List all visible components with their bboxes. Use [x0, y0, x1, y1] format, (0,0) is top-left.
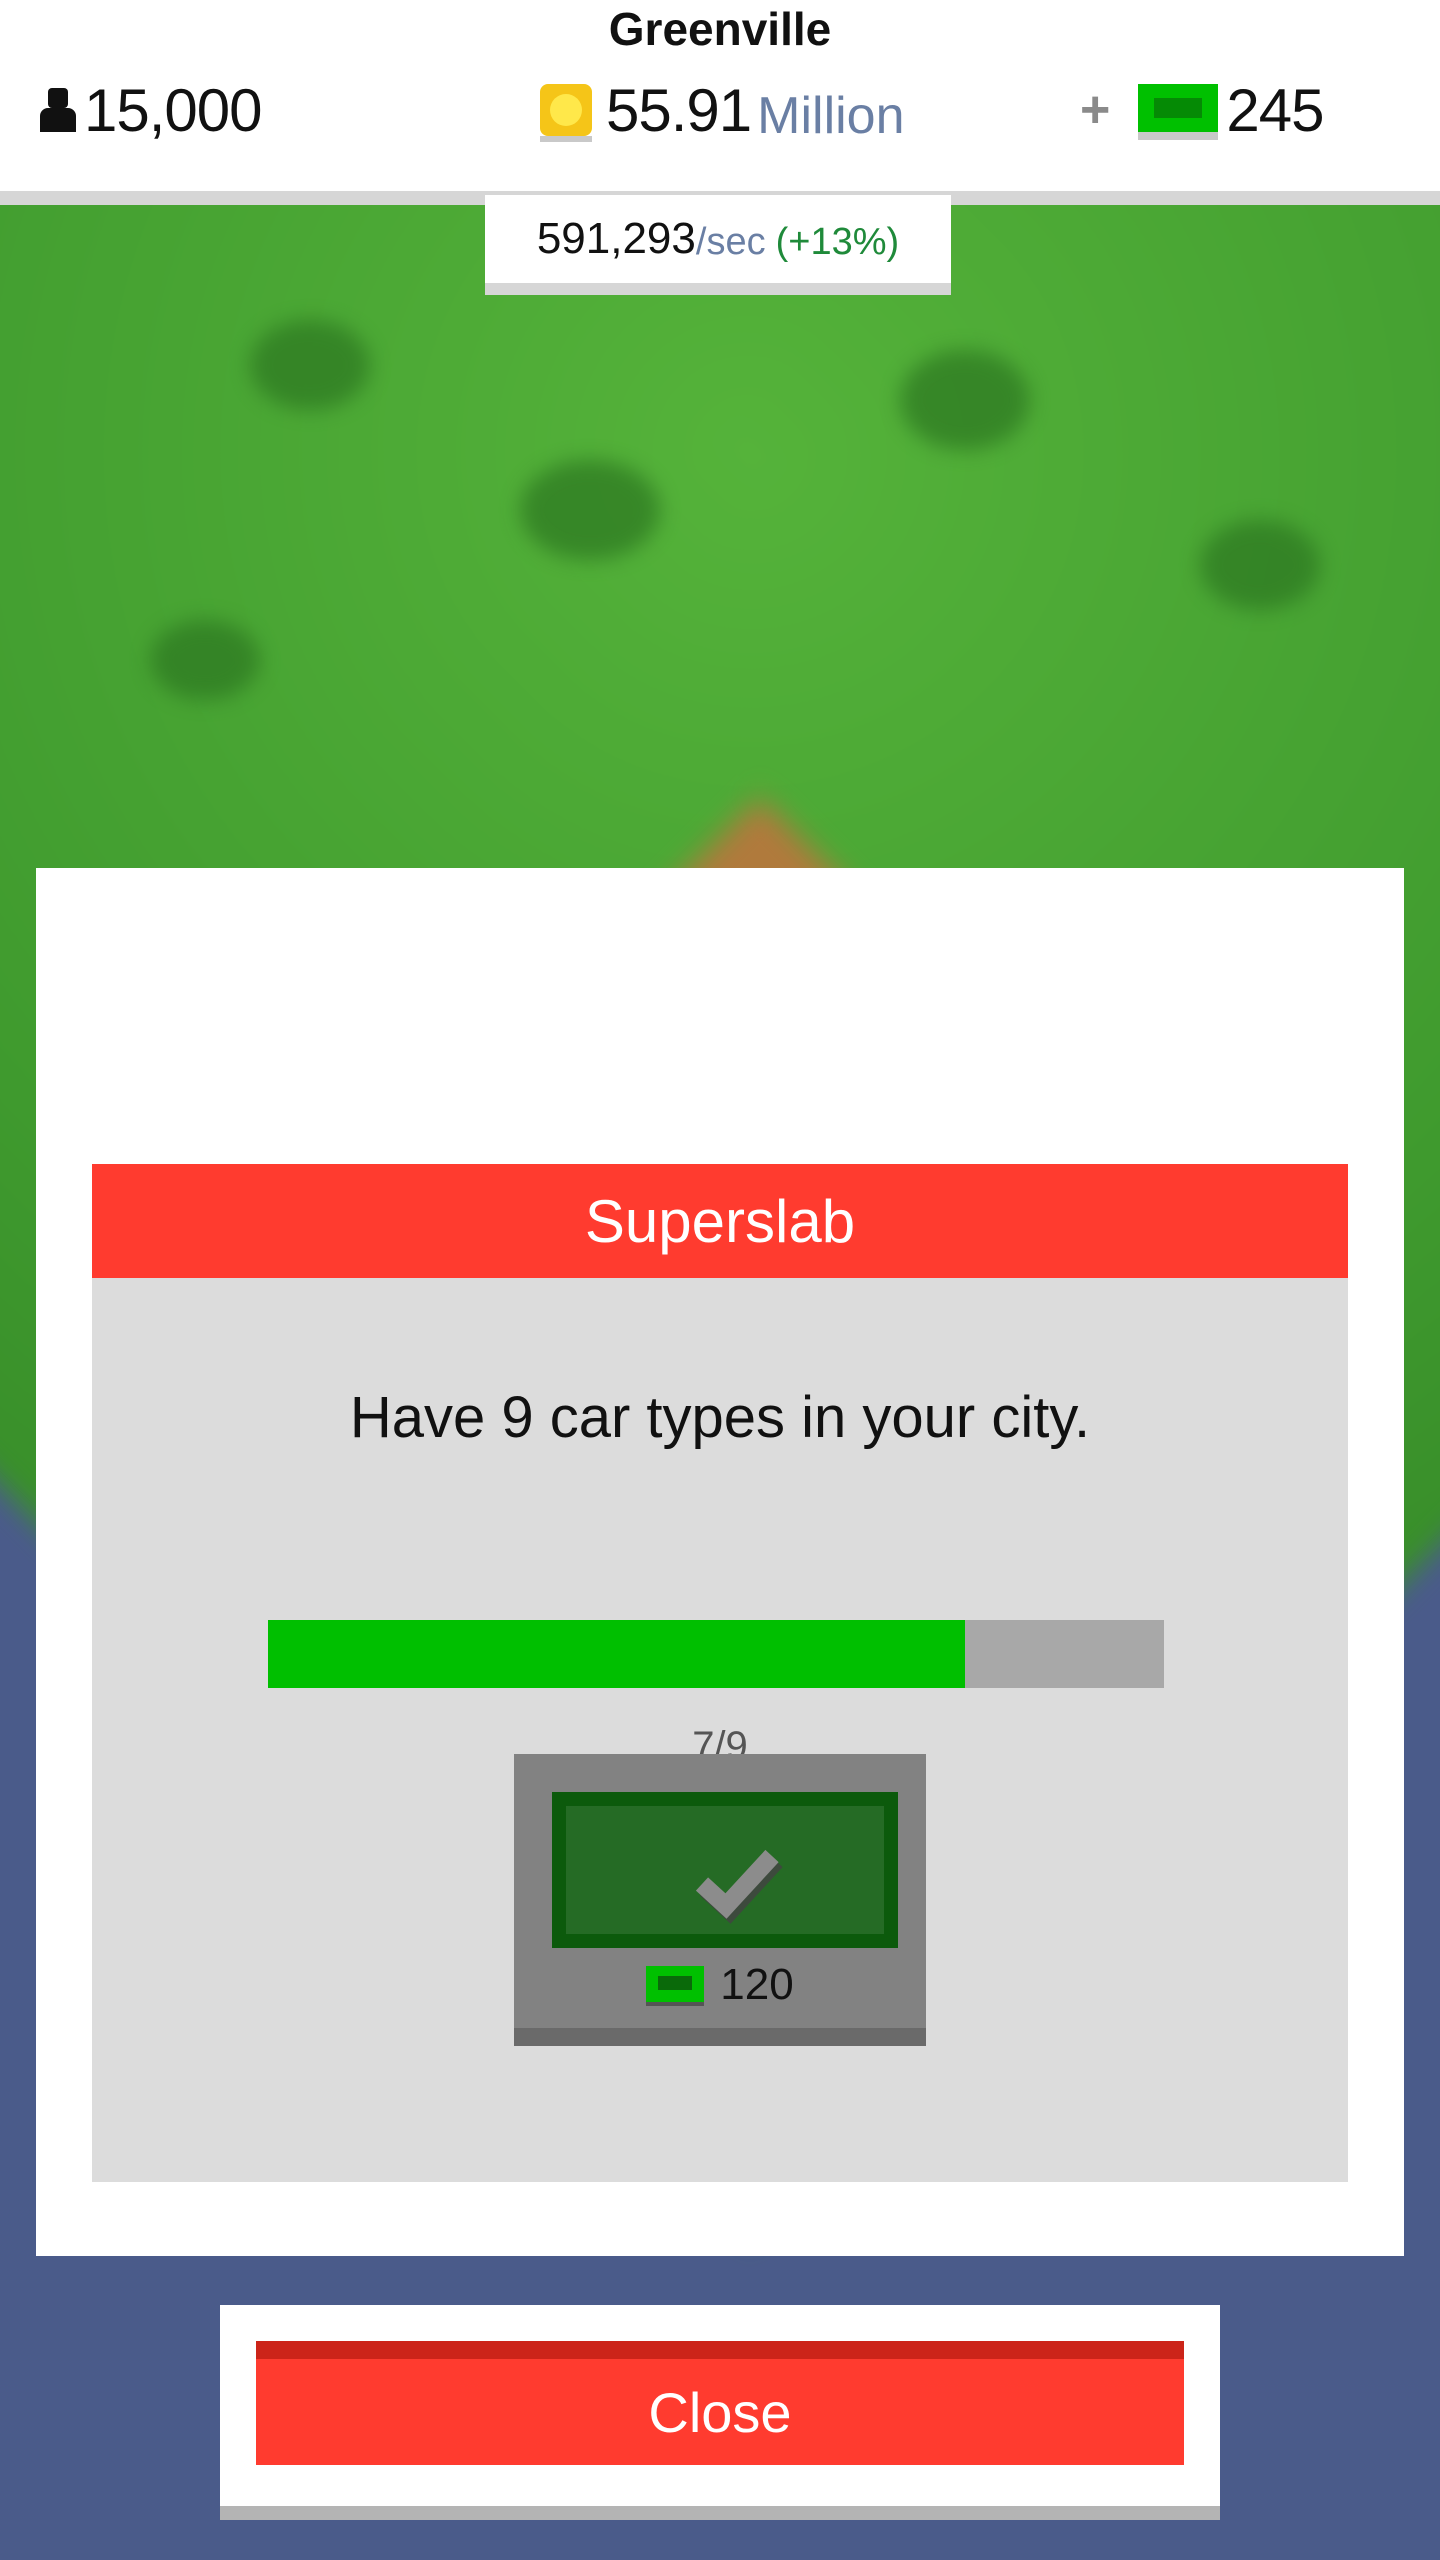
income-rate: 591,293 /sec (+13%)	[485, 195, 951, 295]
add-cash-button[interactable]: +	[1080, 80, 1110, 140]
reward-card-shadow	[514, 2028, 926, 2046]
city-name: Greenville	[608, 3, 832, 55]
money-value: 55.91	[606, 76, 752, 144]
progress-bar	[268, 1620, 1164, 1688]
achievement-modal: Superslab Have 9 car types in your city.…	[36, 868, 1404, 2256]
money-display: 55.91 Million	[538, 70, 905, 150]
cash-display[interactable]: + 245	[1080, 70, 1324, 150]
checkmark-icon	[695, 1849, 783, 1924]
population-value: 15,000	[84, 76, 263, 144]
map-tree	[150, 620, 260, 700]
close-button-shadow	[220, 2506, 1220, 2520]
population-display: 15,000	[38, 70, 263, 150]
map-tree	[250, 320, 370, 410]
coin-icon	[538, 80, 594, 142]
map-tree	[520, 460, 660, 560]
close-button[interactable]: Close	[256, 2341, 1184, 2465]
rate-bonus: (+13%)	[775, 220, 900, 263]
cash-bill-icon	[1138, 80, 1219, 140]
achievement-panel: Superslab Have 9 car types in your city.…	[92, 1164, 1348, 2182]
map-tree	[900, 350, 1030, 450]
reward-card[interactable]: 120	[514, 1754, 926, 2046]
cash-value: 245	[1226, 76, 1324, 144]
close-button-frame: Close	[220, 2305, 1220, 2520]
money-unit: Million	[757, 87, 905, 145]
map-tree	[1200, 520, 1320, 610]
completed-indicator	[552, 1792, 898, 1948]
top-hud: Greenville 15,000 55.91 Million + 245	[0, 0, 1440, 205]
rate-value: 591,293	[536, 214, 696, 263]
cash-bill-icon	[646, 1964, 705, 2006]
reward-amount: 120	[720, 1960, 794, 2009]
achievement-title: Superslab	[92, 1164, 1348, 1278]
rate-unit: /sec	[695, 220, 766, 263]
person-icon	[38, 86, 78, 134]
progress-bar-fill	[268, 1620, 966, 1688]
achievement-description: Have 9 car types in your city.	[349, 1385, 1091, 1450]
reward-amount-row: 120	[514, 1960, 926, 2010]
